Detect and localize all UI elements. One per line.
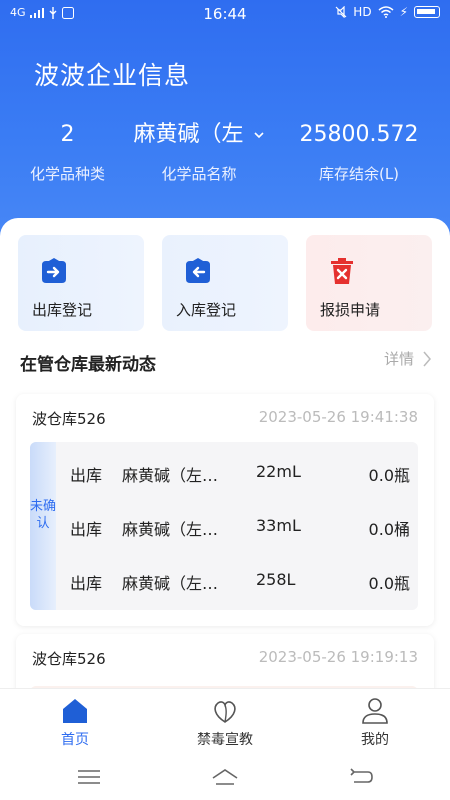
status-badge: 未确认 [30, 442, 56, 610]
trash-x-icon [331, 258, 353, 284]
activity-time: 2023-05-26 19:19:13 [258, 648, 418, 666]
back-icon[interactable] [346, 766, 376, 788]
stat-label: 化学品名称 [161, 165, 237, 183]
user-icon [362, 698, 388, 724]
quick-action-label: 报损申请 [320, 301, 381, 319]
warehouse-name: 波仓库526 [32, 410, 106, 428]
stat-chemical-types: 2 化学品种类 [20, 120, 115, 184]
wifi-icon [378, 6, 394, 18]
loss-report-button[interactable]: 报损申请 [306, 235, 432, 331]
quick-action-label: 出库登记 [32, 301, 93, 319]
stat-chemical-name[interactable]: 麻黄碱（左 化学品名称 [124, 120, 274, 184]
chemical-name: 麻黄碱（左… [122, 574, 219, 593]
stat-label: 化学品种类 [29, 165, 105, 183]
battery-icon [414, 6, 440, 18]
bottom-tab-bar: 首页 禁毒宣教 我的 [0, 688, 450, 754]
inbound-register-button[interactable]: 入库登记 [162, 235, 288, 331]
warehouse-name: 波仓库526 [32, 650, 106, 668]
quick-actions: 出库登记 入库登记 报损申请 [0, 235, 450, 331]
quantity: 258L [256, 570, 296, 589]
tab-label: 禁毒宣教 [197, 732, 253, 748]
main-content: 出库登记 入库登记 报损申请 在管仓库最新动态 详情 波仓库526 2023-0… [0, 218, 450, 704]
tab-profile[interactable]: 我的 [315, 689, 435, 755]
heart-leaf-icon [214, 701, 236, 723]
hd-label: HD [353, 5, 372, 19]
list-item[interactable]: 出库 麻黄碱（左… 258L 0.0瓶 [70, 570, 410, 594]
tab-home[interactable]: 首页 [15, 689, 135, 755]
stat-value: 25800.572 [299, 122, 419, 147]
details-link-label[interactable]: 详情 [384, 348, 414, 369]
quantity: 33mL [256, 516, 301, 535]
arrow-right-box-icon [42, 258, 66, 283]
tab-label: 首页 [61, 732, 89, 748]
outbound-register-button[interactable]: 出库登记 [18, 235, 144, 331]
list-item[interactable]: 出库 麻黄碱（左… 33mL 0.0桶 [70, 516, 410, 540]
system-nav-bar [0, 754, 450, 800]
quantity: 22mL [256, 462, 301, 481]
activity-time: 2023-05-26 19:41:38 [258, 408, 418, 426]
stat-stock-balance: 25800.572 库存结余(L) [284, 120, 434, 184]
list-item[interactable]: 出库 麻黄碱（左… 22mL 0.0瓶 [70, 462, 410, 486]
details-link[interactable]: 详情 [384, 348, 432, 369]
operation-type: 出库 [70, 466, 103, 485]
stat-value[interactable]: 麻黄碱（左 [124, 120, 274, 150]
page-title: 波波企业信息 [34, 61, 191, 90]
chevron-down-icon[interactable] [253, 130, 265, 140]
charging-icon: ⚡ [399, 5, 408, 19]
stat-label: 库存结余(L) [318, 165, 400, 183]
home-nav-icon[interactable] [210, 766, 240, 788]
chemical-name: 麻黄碱（左… [122, 466, 219, 485]
tab-label: 我的 [361, 732, 389, 748]
quick-action-label: 入库登记 [176, 301, 237, 319]
arrow-left-box-icon [186, 258, 210, 283]
section-title: 在管仓库最新动态 [20, 355, 156, 375]
mute-icon [335, 6, 347, 18]
tab-drug-education[interactable]: 禁毒宣教 [165, 689, 285, 755]
activity-list: 未确认 出库 麻黄碱（左… 22mL 0.0瓶 出库 麻黄碱（左… 33mL 0… [30, 442, 418, 610]
warehouse-activity-card[interactable]: 波仓库526 2023-05-26 19:41:38 未确认 出库 麻黄碱（左…… [16, 394, 434, 626]
stat-value: 2 [60, 122, 75, 147]
chemical-select-value[interactable]: 麻黄碱（左 [133, 122, 243, 147]
status-text: 未确认 [30, 499, 57, 531]
status-bar: 4G 16:44 HD ⚡ [0, 0, 450, 30]
chevron-right-icon[interactable] [422, 350, 432, 368]
chemical-name: 麻黄碱（左… [122, 520, 219, 539]
menu-icon[interactable] [74, 766, 104, 788]
stock: 0.0瓶 [368, 466, 410, 485]
home-icon [63, 699, 87, 723]
stock: 0.0瓶 [368, 574, 410, 593]
operation-type: 出库 [70, 520, 103, 539]
operation-type: 出库 [70, 574, 103, 593]
status-right: HD ⚡ [335, 5, 440, 19]
stock: 0.0桶 [368, 520, 410, 539]
